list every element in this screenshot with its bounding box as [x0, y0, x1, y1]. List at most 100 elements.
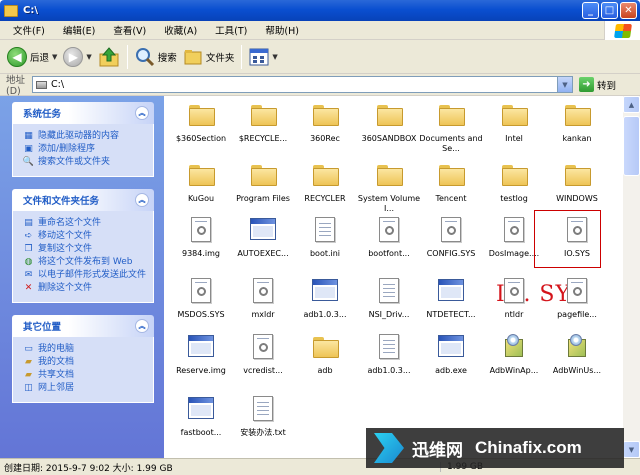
views-button[interactable]: ▼ [246, 44, 280, 70]
task-delete[interactable]: ✕ 删除这个文件 [23, 283, 147, 294]
folder-icon [185, 98, 217, 130]
folder-item[interactable]: RECYCLER [293, 158, 357, 204]
file-item[interactable]: 9384.img [169, 213, 233, 259]
other-places-header[interactable]: 其它位置 ︽ [12, 315, 154, 337]
file-item[interactable]: NSI_Driv... [357, 274, 421, 320]
folder-item[interactable]: System Volume I... [357, 158, 421, 214]
collapse-icon[interactable]: ︽ [135, 106, 149, 120]
address-input[interactable]: C:\ ▼ [32, 76, 573, 93]
folder-item[interactable]: $RECYCLE... [231, 98, 295, 144]
task-hide-drive[interactable]: ▦ 隐藏此驱动器的内容 [23, 131, 147, 142]
folder-icon [435, 158, 467, 190]
file-item[interactable]: 安装办法.txt [231, 392, 295, 438]
file-item[interactable]: Reserve.img [169, 330, 233, 376]
panel-title: 文件和文件夹任务 [23, 196, 100, 207]
folder-item[interactable]: adb [293, 330, 357, 376]
up-folder-icon [99, 46, 119, 66]
close-button[interactable]: ✕ [620, 2, 637, 19]
file-name: CONFIG.SYS [426, 249, 476, 258]
file-item[interactable]: ntldr [482, 274, 546, 320]
place-my-computer[interactable]: ▭ 我的电脑 [23, 344, 147, 355]
file-item[interactable]: MSDOS.SYS [169, 274, 233, 320]
up-folder-button[interactable] [95, 44, 123, 70]
folders-button[interactable]: 文件夹 [180, 44, 238, 70]
forward-button[interactable]: ▶ ▼ [60, 44, 94, 70]
file-item[interactable]: adb1.0.3... [357, 330, 421, 376]
file-item[interactable]: AUTOEXEC... [231, 213, 295, 259]
folder-item[interactable]: KuGou [169, 158, 233, 204]
file-item[interactable]: boot.ini [293, 213, 357, 259]
maximize-button[interactable]: □ [601, 2, 618, 19]
folder-item[interactable]: Tencent [419, 158, 483, 204]
task-email[interactable]: ✉ 以电子邮件形式发送此文件 [23, 270, 147, 281]
folder-item[interactable]: 360Rec [293, 98, 357, 144]
menu-help[interactable]: 帮助(H) [256, 23, 308, 37]
folder-icon [185, 158, 217, 190]
folder-item[interactable]: testlog [482, 158, 546, 204]
go-button[interactable]: ➜ 转到 [579, 77, 616, 92]
folder-item[interactable]: Program Files [231, 158, 295, 204]
task-add-remove[interactable]: ▣ 添加/删除程序 [23, 144, 147, 155]
scroll-up-button[interactable]: ▲ [623, 96, 640, 113]
chevron-down-icon[interactable]: ▼ [272, 53, 277, 61]
menu-view[interactable]: 查看(V) [104, 23, 155, 37]
folder-item[interactable]: WINDOWS [545, 158, 609, 204]
file-item[interactable]: AdbWinUs... [545, 330, 609, 376]
file-item[interactable]: NTDETECT... [419, 274, 483, 320]
folder-item[interactable]: kankan [545, 98, 609, 144]
collapse-icon[interactable]: ︽ [135, 319, 149, 333]
file-item[interactable]: adb1.0.3... [293, 274, 357, 320]
folder-item[interactable]: $360Section [169, 98, 233, 144]
computer-icon: ▭ [24, 344, 33, 354]
file-item[interactable]: adb.exe [419, 330, 483, 376]
task-label: 复制这个文件 [38, 244, 93, 254]
file-name: 9384.img [182, 249, 220, 258]
chevron-down-icon[interactable]: ▼ [86, 53, 91, 61]
file-item[interactable]: vcredist... [231, 330, 295, 376]
task-search[interactable]: 🔍 搜索文件或文件夹 [23, 157, 147, 168]
file-name: bootfont... [368, 249, 410, 258]
scroll-down-button[interactable]: ▼ [623, 441, 640, 458]
task-move[interactable]: ➪ 移动这个文件 [23, 231, 147, 242]
search-button[interactable]: 搜索 [132, 44, 180, 70]
folder-item[interactable]: 360SANDBOX [357, 98, 421, 144]
title-bar[interactable]: C:\ _ □ ✕ [0, 0, 640, 21]
place-network[interactable]: ◫ 网上邻居 [23, 383, 147, 394]
menu-edit[interactable]: 编辑(E) [54, 23, 104, 37]
menu-favorites[interactable]: 收藏(A) [155, 23, 206, 37]
file-item[interactable]: DosImage.... [482, 213, 546, 259]
file-item[interactable]: bootfont... [357, 213, 421, 259]
file-item[interactable]: fastboot... [169, 392, 233, 438]
file-item[interactable]: AdbWinAp... [482, 330, 546, 376]
file-name: $360Section [175, 134, 227, 143]
watermark: 迅维网 Chinafix.com [366, 428, 624, 468]
file-item[interactable]: mxldr [231, 274, 295, 320]
system-tasks-header[interactable]: 系统任务 ︽ [12, 102, 154, 124]
folder-item[interactable]: Intel [482, 98, 546, 144]
folder-item[interactable]: Documents and Se... [419, 98, 483, 154]
collapse-icon[interactable]: ︽ [135, 193, 149, 207]
task-copy[interactable]: ❐ 复制这个文件 [23, 244, 147, 255]
chevron-down-icon[interactable]: ▼ [52, 53, 57, 61]
task-publish[interactable]: ◍ 将这个文件发布到 Web [23, 257, 147, 268]
place-my-documents[interactable]: ▰ 我的文档 [23, 357, 147, 368]
vertical-scrollbar[interactable]: ▲ ▼ [623, 96, 640, 458]
file-item[interactable]: pagefile... [545, 274, 609, 320]
place-label: 我的文档 [38, 357, 75, 367]
place-shared-documents[interactable]: ▰ 共享文档 [23, 370, 147, 381]
file-item[interactable]: CONFIG.SYS [419, 213, 483, 259]
minimize-button[interactable]: _ [582, 2, 599, 19]
application-icon [435, 274, 467, 306]
menu-file[interactable]: 文件(F) [4, 23, 54, 37]
scroll-thumb[interactable] [623, 116, 640, 176]
folder-icon [498, 158, 530, 190]
system-file-icon [185, 213, 217, 245]
back-button[interactable]: ◀ 后退 ▼ [4, 44, 60, 70]
search-icon [135, 47, 154, 66]
task-rename[interactable]: ▤ 重命名这个文件 [23, 218, 147, 229]
documents-icon: ▰ [25, 357, 32, 367]
file-item[interactable]: IO.SYS [545, 213, 609, 259]
chevron-down-icon[interactable]: ▼ [557, 77, 572, 92]
menu-tools[interactable]: 工具(T) [206, 23, 256, 37]
file-tasks-header[interactable]: 文件和文件夹任务 ︽ [12, 189, 154, 211]
